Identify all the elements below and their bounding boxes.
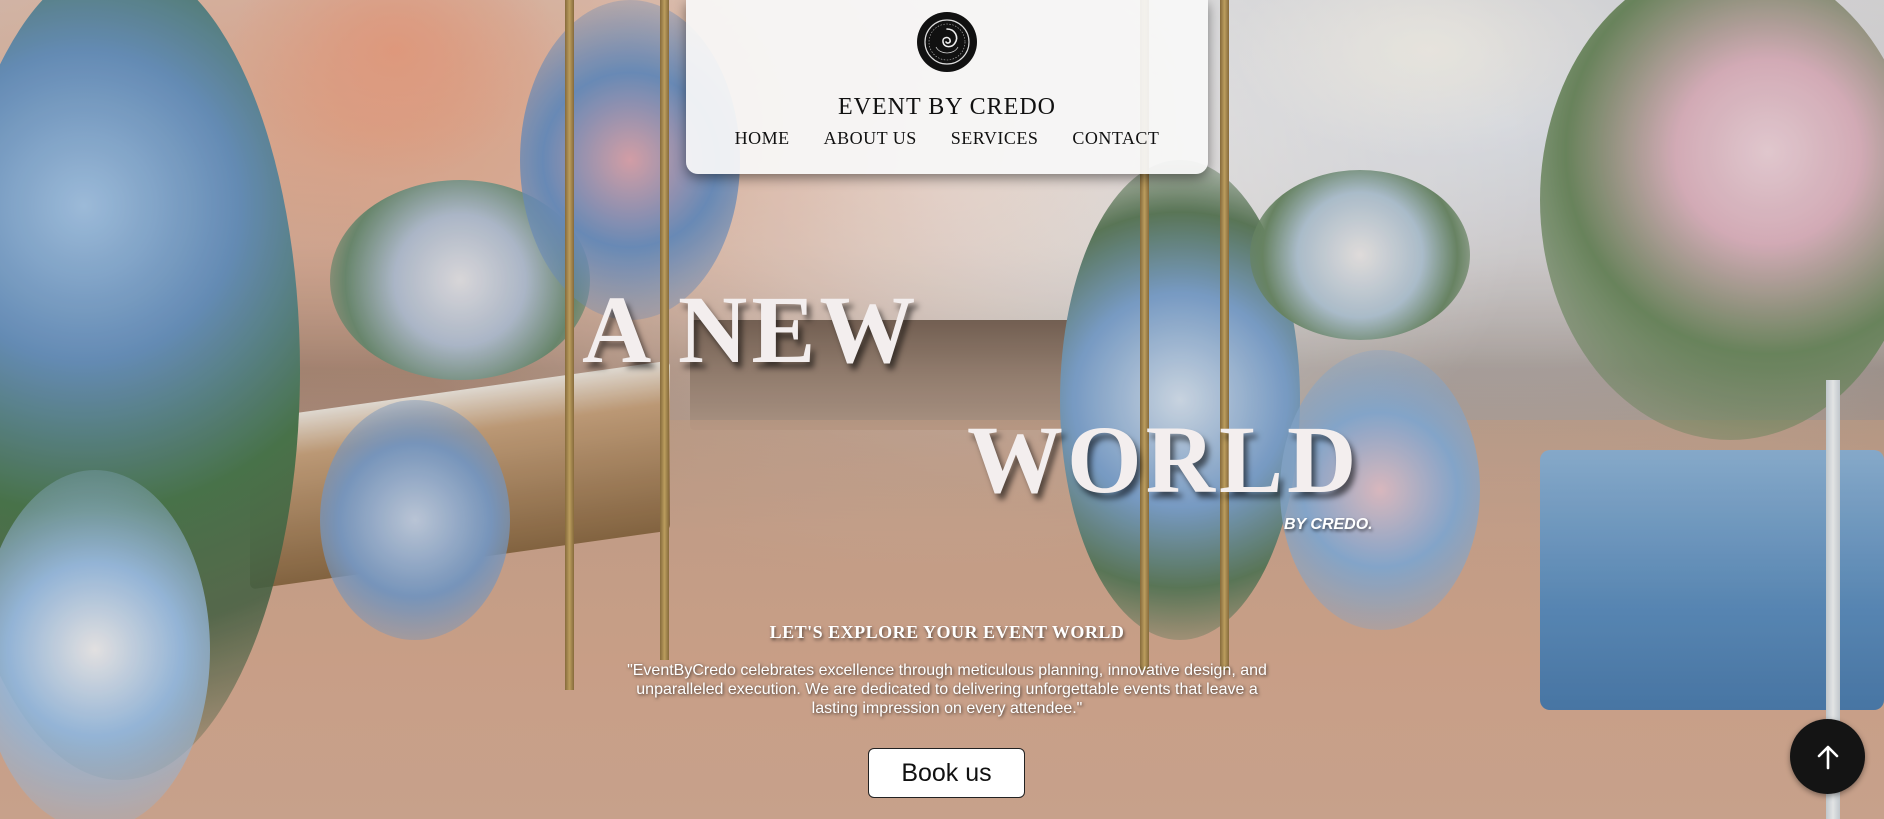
hero-description: "EventByCredo celebrates excellence thro…	[627, 662, 1267, 717]
book-us-button[interactable]: Book us	[868, 748, 1025, 798]
nav-contact[interactable]: CONTACT	[1072, 128, 1159, 149]
hero-title-line2: WORLD	[967, 406, 1361, 513]
hero-tagline: BY CREDO.	[1284, 516, 1373, 533]
brand-title: EVENT BY CREDO	[838, 94, 1056, 120]
logo-emblem-icon	[924, 19, 970, 65]
site-header: EVENT BY CREDO HOME ABOUT US SERVICES CO…	[686, 0, 1208, 174]
scroll-to-top-button[interactable]	[1790, 719, 1865, 794]
explore-heading: LET'S EXPLORE YOUR EVENT WORLD	[769, 622, 1125, 642]
nav-about-us[interactable]: ABOUT US	[824, 128, 917, 149]
hero-title-line1: A NEW	[582, 276, 920, 383]
arrow-up-icon	[1817, 745, 1838, 769]
nav-home[interactable]: HOME	[735, 128, 790, 149]
nav-services[interactable]: SERVICES	[951, 128, 1039, 149]
credo-emblem-logo[interactable]	[917, 12, 977, 72]
main-nav: HOME ABOUT US SERVICES CONTACT	[686, 128, 1208, 149]
